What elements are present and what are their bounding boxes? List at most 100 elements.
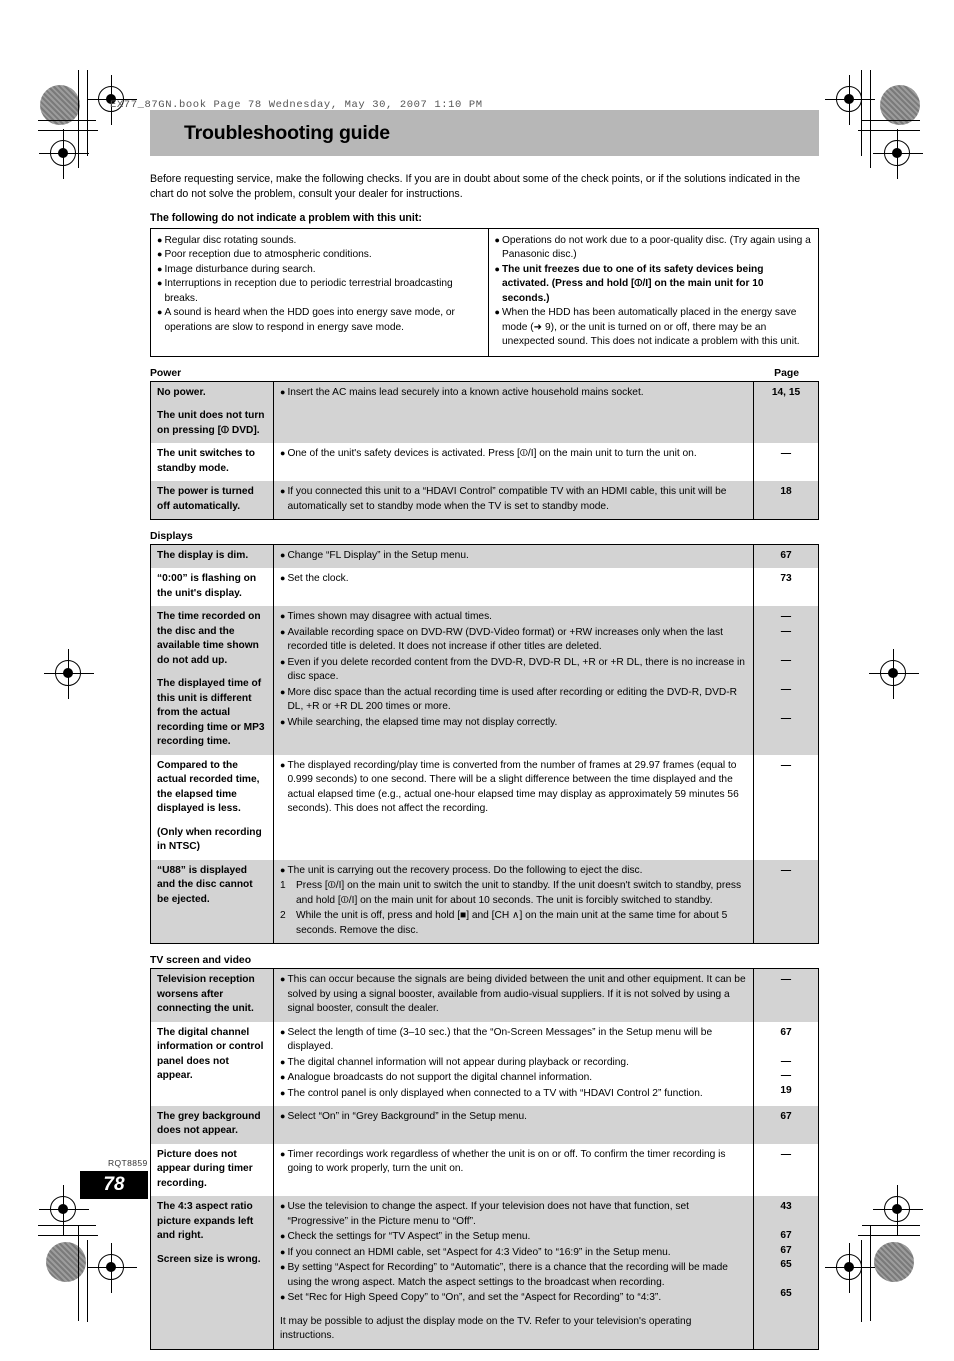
bullet-dot-icon: ● [157, 249, 163, 260]
section-name: TV screen and video [150, 955, 252, 967]
page-reference: 18 [780, 486, 792, 498]
bullet-dot-icon: ● [280, 1026, 286, 1037]
crop-mark-horizontal-tl-a [38, 120, 96, 121]
print-blob-top-left [40, 85, 80, 125]
symptom-cell: The time recorded on the disc and the av… [150, 606, 274, 755]
bullet-dot-icon: ● [157, 263, 163, 274]
page-reference: — [780, 654, 792, 666]
symptom-text: Compared to the actual recorded time, th… [157, 759, 260, 815]
page-reference-cell: 67 [753, 544, 819, 569]
bullet-item: ● Select the length of time (3–10 sec.) t… [280, 1026, 747, 1055]
solution-cell: ● One of the unit's safety devices is act… [274, 443, 754, 481]
page-reference: — [780, 712, 792, 724]
page-reference: — [780, 683, 792, 695]
page-reference: — [780, 1055, 792, 1067]
page-column-label: Page [774, 367, 799, 379]
numbered-step: 2 While the unit is off, press and hold [… [280, 909, 747, 938]
page-reference: — [780, 974, 792, 986]
section-header-power: Power Page [150, 368, 819, 379]
bullet-dot-icon: ● [157, 307, 163, 318]
bullet-item: ● Timer recordings work regardless of whe… [280, 1148, 747, 1177]
page-reference-cell: — [753, 859, 819, 944]
bullet-text: Set the clock. [287, 573, 349, 585]
bullet-item: ● Available recording space on DVD-RW (DV… [280, 626, 747, 655]
bullet-dot-icon: ● [280, 626, 286, 637]
symptom-text: The unit switches to standby mode. [157, 448, 255, 474]
bullet-item: ● Insert the AC mains lead securely into … [280, 386, 747, 400]
page-reference-cell: — [753, 968, 819, 1022]
symptom-cell: No power. The unit does not turn on press… [150, 381, 274, 444]
bullet-dot-icon: ● [280, 1262, 286, 1273]
symptom-text: (Only when recording in NTSC) [157, 826, 262, 853]
bullet-item: ● While searching, the elapsed time may n… [280, 716, 747, 730]
crop-mark-vertical-tr-b [861, 70, 862, 156]
registration-mark-top-left-lower [39, 129, 89, 179]
page-reference: — [780, 448, 792, 460]
bullet-dot-icon: ● [280, 486, 286, 497]
symptom-text: The unit does not turn on pressing [⏼ DV… [157, 410, 265, 436]
symptom-text: “0:00” is flashing on the unit's display… [157, 573, 257, 599]
bullet-item: ● The digital channel information will no… [280, 1056, 747, 1070]
numbered-step: 1 Press [⏼/I] on the main unit to switch … [280, 879, 747, 908]
bullet-dot-icon: ● [280, 974, 286, 985]
bullet-item: ● Image disturbance during search. [157, 263, 482, 277]
page-reference: 65 [780, 1288, 792, 1300]
bullet-dot-icon: ● [280, 1148, 286, 1159]
crop-mark-vertical-bl-a [78, 1225, 79, 1321]
step-text: Press [⏼/I] on the main unit to switch t… [296, 880, 742, 906]
table-row: “0:00” is flashing on the unit's display… [150, 568, 819, 607]
bullet-dot-icon: ● [157, 234, 163, 245]
table-row: The 4:3 aspect ratio picture expands lef… [150, 1196, 819, 1350]
bullet-dot-icon: ● [280, 656, 286, 667]
crop-mark-vertical-br-a [870, 1225, 871, 1321]
crop-mark-horizontal-bl-a [38, 1225, 96, 1226]
symptom-cell: The unit switches to standby mode. [150, 443, 274, 482]
bullet-dot-icon: ● [280, 1087, 286, 1098]
bullet-item: ● Change “FL Display” in the Setup menu. [280, 549, 747, 563]
crop-mark-horizontal-tr-a [862, 120, 920, 121]
symptom-cell: The grey background does not appear. [150, 1106, 274, 1144]
symptom-cell: The display is dim. [150, 544, 274, 569]
bullet-dot-icon: ● [280, 549, 286, 560]
bullet-text: Insert the AC mains lead securely into a… [287, 386, 644, 398]
bullet-item: ● Poor reception due to atmospheric condi… [157, 248, 482, 262]
troubleshooting-sections: Power Page No power. The unit does not turn… [150, 368, 819, 1350]
bullet-text: Change “FL Display” in the Setup menu. [287, 549, 469, 561]
symptom-text: No power. [157, 386, 206, 398]
bullet-text: Interruptions in reception due to period… [164, 278, 453, 304]
bullet-text: By setting “Aspect for Recording” to “Au… [287, 1262, 728, 1288]
bullet-dot-icon: ● [157, 278, 163, 289]
registration-mark-mid-right [869, 649, 919, 699]
page-title-bar: Troubleshooting guide [150, 110, 819, 156]
page-reference: 67 [780, 1244, 792, 1256]
solution-cell: ● Change “FL Display” in the Setup menu. [274, 544, 754, 568]
crop-mark-vertical-tl-b [87, 70, 88, 156]
bullet-item: ● By setting “Aspect for Recording” to “A… [280, 1261, 747, 1290]
bullet-item: ● One of the unit's safety devices is act… [280, 447, 747, 461]
bullet-text: The unit is carrying out the recovery pr… [287, 864, 643, 876]
page-reference-cell: ———————— [753, 606, 819, 755]
bullet-dot-icon: ● [280, 1072, 286, 1083]
bullet-item: ● When the HDD has been automatically pla… [495, 306, 813, 349]
table-row: Picture does not appear during timer rec… [150, 1143, 819, 1197]
solution-cell: ● This can occur because the signals are … [274, 969, 754, 1022]
symptom-text: The power is turned off automatically. [157, 486, 254, 512]
section-header-displays: Displays [150, 531, 819, 542]
bullet-item: ● Operations do not work due to a poor-qu… [495, 234, 813, 263]
bullet-item: ● The unit freezes due to one of its safe… [495, 263, 813, 306]
bullet-dot-icon: ● [494, 307, 500, 318]
table-row: Television reception worsens after conne… [150, 968, 819, 1022]
bullet-item: ● The unit is carrying out the recovery p… [280, 864, 747, 878]
bullet-text: More disc space than the actual recordin… [287, 686, 738, 713]
crop-mark-vertical-br-b [861, 1240, 862, 1322]
table-row: The display is dim. ● Change “FL Display” … [150, 544, 819, 569]
bullet-dot-icon: ● [280, 716, 286, 727]
bullet-text: When the HDD has been automatically plac… [501, 307, 800, 348]
symptom-cell: Television reception worsens after conne… [150, 968, 274, 1022]
page-reference-cell: — [753, 1143, 819, 1197]
table-row: The grey background does not appear. ● Sel… [150, 1106, 819, 1144]
bullet-text: If you connect an HDMI cable, set “Aspec… [287, 1246, 671, 1258]
solution-cell: ● Use the television to change the aspect… [274, 1196, 754, 1349]
bullet-item: ● Even if you delete recorded content fro… [280, 656, 747, 685]
bullet-text: If you connected this unit to a “HDAVI C… [287, 486, 727, 512]
